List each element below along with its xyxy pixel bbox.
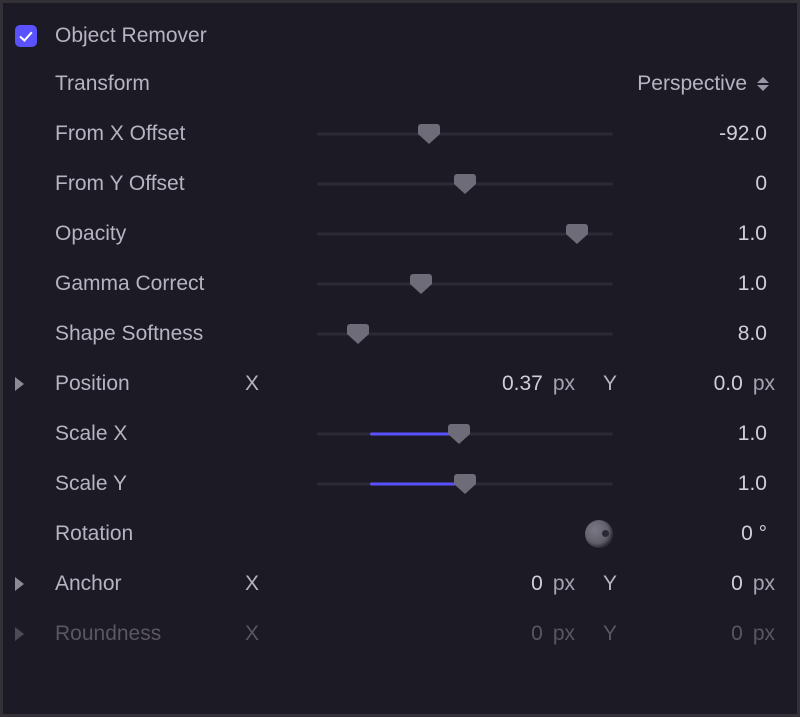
position-row: Position X 0.37 px Y 0.0 px [15, 359, 785, 409]
rotation-value: 0 [741, 522, 753, 545]
roundness-x-group[interactable]: X 0 px [245, 622, 585, 646]
slider-thumb-icon [454, 474, 476, 494]
anchor-x-group[interactable]: X 0 px [245, 572, 585, 596]
from-y-offset-label: From Y Offset [45, 172, 305, 196]
chevron-right-icon[interactable] [15, 577, 24, 591]
scale-y-value[interactable]: 1.0 [625, 472, 785, 496]
updown-icon [757, 77, 769, 91]
transform-dropdown[interactable]: Perspective [305, 72, 785, 96]
roundness-y-unit: px [753, 622, 775, 646]
from-x-offset-label: From X Offset [45, 122, 305, 146]
roundness-x-value: 0 [273, 622, 549, 646]
scale-y-label: Scale Y [45, 472, 305, 496]
from-y-offset-row: From Y Offset 0 [15, 159, 785, 209]
opacity-label: Opacity [45, 222, 305, 246]
slider-thumb-icon [448, 424, 470, 444]
roundness-y-group[interactable]: Y 0 px [585, 622, 785, 646]
dial-indicator-icon [602, 530, 609, 537]
gamma-correct-row: Gamma Correct 1.0 [15, 259, 785, 309]
anchor-x-label: X [245, 572, 273, 596]
shape-softness-value[interactable]: 8.0 [625, 322, 785, 346]
scale-y-row: Scale Y 1.0 [15, 459, 785, 509]
check-icon [19, 28, 32, 42]
transform-value: Perspective [637, 72, 747, 96]
roundness-row: Roundness X 0 px Y 0 px [15, 609, 785, 659]
transform-row: Transform Perspective [15, 59, 785, 109]
roundness-x-label: X [245, 622, 273, 646]
slider-thumb-icon [347, 324, 369, 344]
anchor-y-label: Y [585, 572, 613, 596]
chevron-right-icon[interactable] [15, 627, 24, 641]
position-y-unit: px [753, 372, 775, 396]
rotation-value-group[interactable]: 0 ° [625, 522, 785, 546]
shape-softness-row: Shape Softness 8.0 [15, 309, 785, 359]
scale-x-label: Scale X [45, 422, 305, 446]
slider-thumb-icon [410, 274, 432, 294]
slider-thumb-icon [566, 224, 588, 244]
roundness-y-label: Y [585, 622, 613, 646]
from-x-offset-slider[interactable] [317, 124, 613, 144]
effect-inspector-panel: Object Remover Transform Perspective Fro… [0, 0, 800, 717]
anchor-label: Anchor [45, 572, 245, 596]
anchor-y-group[interactable]: Y 0 px [585, 572, 785, 596]
gamma-correct-value[interactable]: 1.0 [625, 272, 785, 296]
anchor-row: Anchor X 0 px Y 0 px [15, 559, 785, 609]
anchor-y-unit: px [753, 572, 775, 596]
chevron-right-icon[interactable] [15, 377, 24, 391]
gamma-correct-label: Gamma Correct [45, 272, 305, 296]
shape-softness-slider[interactable] [317, 324, 613, 344]
effect-enable-checkbox[interactable] [15, 25, 37, 47]
position-x-label: X [245, 372, 273, 396]
opacity-value[interactable]: 1.0 [625, 222, 785, 246]
position-label: Position [45, 372, 245, 396]
position-y-label: Y [585, 372, 613, 396]
shape-softness-label: Shape Softness [45, 322, 305, 346]
roundness-y-value: 0 [613, 622, 749, 646]
from-y-offset-slider[interactable] [317, 174, 613, 194]
from-y-offset-value[interactable]: 0 [625, 172, 785, 196]
rotation-label: Rotation [45, 522, 305, 546]
position-y-group[interactable]: Y 0.0 px [585, 372, 785, 396]
anchor-x-unit: px [553, 572, 575, 596]
slider-thumb-icon [454, 174, 476, 194]
rotation-unit: ° [759, 522, 767, 545]
scale-x-value[interactable]: 1.0 [625, 422, 785, 446]
effect-header: Object Remover [15, 13, 785, 59]
opacity-row: Opacity 1.0 [15, 209, 785, 259]
opacity-slider[interactable] [317, 224, 613, 244]
position-x-value: 0.37 [273, 372, 549, 396]
rotation-row: Rotation 0 ° [15, 509, 785, 559]
gamma-correct-slider[interactable] [317, 274, 613, 294]
position-y-value: 0.0 [613, 372, 749, 396]
effect-title: Object Remover [45, 24, 785, 48]
position-x-group[interactable]: X 0.37 px [245, 372, 585, 396]
slider-thumb-icon [418, 124, 440, 144]
from-x-offset-value[interactable]: -92.0 [625, 122, 785, 146]
roundness-x-unit: px [553, 622, 575, 646]
from-x-offset-row: From X Offset -92.0 [15, 109, 785, 159]
scale-x-slider[interactable] [317, 424, 613, 444]
scale-x-row: Scale X 1.0 [15, 409, 785, 459]
roundness-label: Roundness [45, 622, 245, 646]
position-x-unit: px [553, 372, 575, 396]
anchor-x-value: 0 [273, 572, 549, 596]
anchor-y-value: 0 [613, 572, 749, 596]
scale-y-slider[interactable] [317, 474, 613, 494]
transform-label: Transform [45, 72, 305, 96]
rotation-dial[interactable] [585, 520, 613, 548]
